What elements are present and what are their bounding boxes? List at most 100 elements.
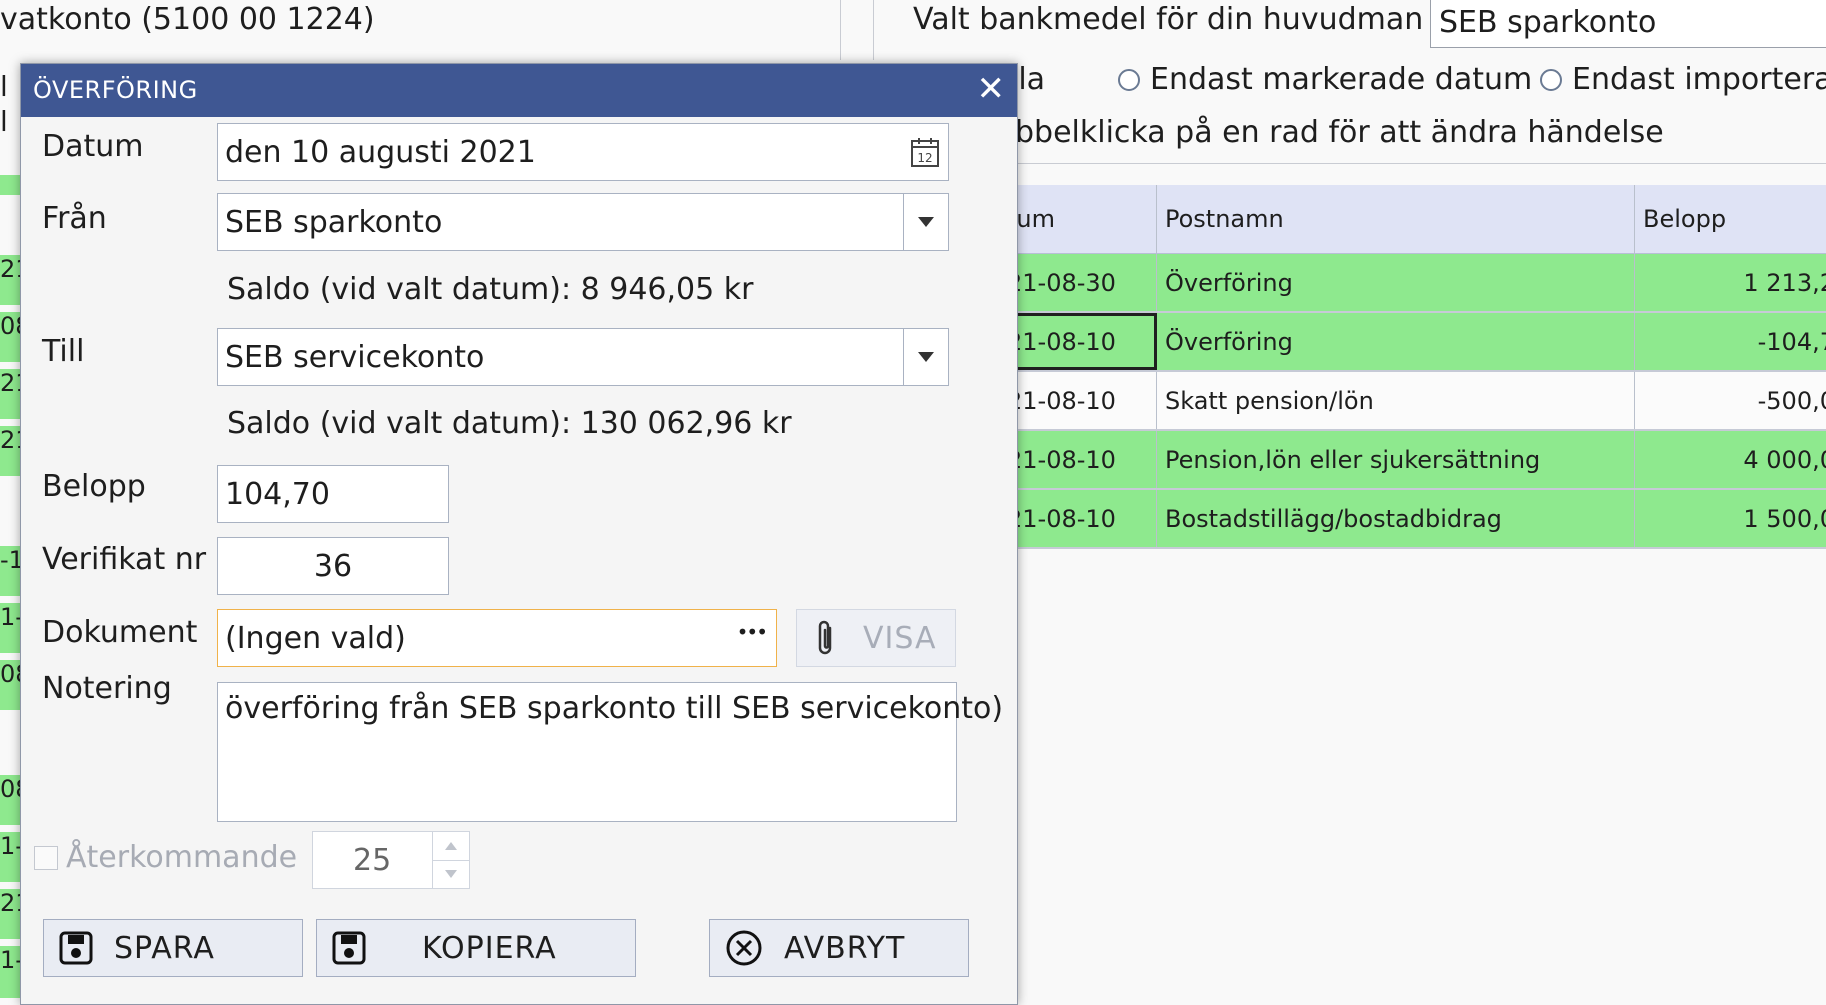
table-row[interactable]: 21-08-10 Pension,lön eller sjukersättnin… — [995, 431, 1826, 490]
from-account-select[interactable]: SEB sparkonto — [217, 193, 949, 251]
from-account-value: SEB sparkonto — [225, 204, 443, 240]
table-row[interactable]: 21-08-10 Överföring -104,7 — [995, 313, 1826, 372]
row-amount: 1 213,2 — [1743, 268, 1826, 297]
amount-input[interactable]: 104,70 — [217, 465, 449, 523]
verifikat-label: Verifikat nr — [42, 542, 207, 577]
divider — [873, 0, 874, 60]
left-grid-row: 21 — [0, 369, 22, 419]
copy-label: KOPIERA — [422, 930, 557, 966]
to-account-value: SEB servicekonto — [225, 339, 485, 375]
dokument-label: Dokument — [42, 615, 198, 650]
row-date: 21-08-30 — [995, 254, 1157, 311]
filter-marked-label: Endast markerade datum — [1150, 62, 1533, 97]
table-row[interactable]: 21-08-10 Bostadstillägg/bostadbidrag 1 5… — [995, 490, 1826, 549]
row-amount: -104,7 — [1757, 327, 1826, 356]
left-grid-row: 1- — [0, 603, 22, 653]
recurring-value: 25 — [353, 842, 392, 878]
grid-header: tum Postnamn Belopp — [995, 185, 1826, 254]
cancel-label: AVBRYT — [784, 930, 906, 966]
recurring-checkbox[interactable]: Återkommande — [34, 840, 297, 875]
row-date: 21-08-10 — [995, 372, 1157, 429]
account-title: vatkonto (5100 00 1224) — [0, 2, 375, 37]
left-grid-strip — [0, 175, 22, 195]
row-name: Överföring — [1157, 313, 1635, 370]
svg-text:12: 12 — [917, 151, 932, 165]
chevron-up-icon[interactable] — [433, 832, 469, 861]
paperclip-icon — [815, 618, 837, 658]
column-header-postnamn[interactable]: Postnamn — [1157, 185, 1635, 253]
copy-button[interactable]: KOPIERA — [316, 919, 636, 977]
left-fragment: l — [0, 70, 8, 100]
left-grid-row: 21 — [0, 889, 22, 939]
divider — [840, 0, 841, 60]
row-name: Pension,lön eller sjukersättning — [1157, 431, 1635, 488]
dialog-title-bar[interactable]: ÖVERFÖRING ✕ — [21, 64, 1017, 117]
stepper-arrows[interactable] — [432, 832, 469, 888]
checkbox-icon — [34, 845, 58, 870]
row-date: 21-08-10 — [995, 313, 1157, 370]
row-date: 21-08-10 — [995, 431, 1157, 488]
row-amount: 1 500,0 — [1743, 504, 1826, 533]
datum-label: Datum — [42, 129, 144, 164]
divider — [1015, 163, 1826, 164]
date-picker[interactable]: den 10 augusti 2021 12 — [217, 123, 949, 181]
left-fragment: l — [0, 105, 8, 135]
to-balance: Saldo (vid valt datum): 130 062,96 kr — [227, 406, 792, 441]
cancel-icon — [724, 928, 764, 968]
row-name: Bostadstillägg/bostadbidrag — [1157, 490, 1635, 547]
row-amount: -500,0 — [1757, 386, 1826, 415]
radio-icon — [1118, 68, 1140, 91]
left-grid-row: 08 — [0, 775, 22, 825]
left-grid-row: 21 — [0, 255, 22, 305]
column-header-belopp[interactable]: Belopp — [1635, 185, 1826, 253]
note-textarea[interactable]: överföring från SEB sparkonto till SEB s… — [217, 682, 1003, 822]
save-label: SPARA — [114, 930, 215, 966]
bank-select[interactable]: SEB sparkonto — [1430, 0, 1826, 48]
save-button[interactable]: SPARA — [43, 919, 303, 977]
row-name: Skatt pension/lön — [1157, 372, 1635, 429]
recurring-stepper[interactable]: 25 — [312, 831, 470, 889]
filter-imported-label: Endast importerad — [1572, 62, 1826, 97]
chevron-down-icon[interactable] — [903, 329, 948, 385]
table-row[interactable]: 21-08-30 Överföring 1 213,2 — [995, 254, 1826, 313]
fran-label: Från — [42, 201, 107, 236]
dialog-title: ÖVERFÖRING — [33, 76, 198, 104]
left-grid-row: 1-( — [0, 946, 22, 998]
left-grid-row: 1- — [0, 832, 22, 882]
to-account-select[interactable]: SEB servicekonto — [217, 328, 949, 386]
row-amount: 4 000,0 — [1743, 445, 1826, 474]
from-balance: Saldo (vid valt datum): 8 946,05 kr — [227, 272, 754, 307]
row-name: Överföring — [1157, 254, 1635, 311]
row-date: 21-08-10 — [995, 490, 1157, 547]
filter-marked-radio[interactable]: Endast markerade datum — [1118, 62, 1532, 97]
left-grid-row: 21 — [0, 426, 22, 476]
table-row[interactable]: 21-08-10 Skatt pension/lön -500,0 — [995, 372, 1826, 431]
close-icon[interactable]: ✕ — [973, 64, 1009, 117]
show-document-button[interactable]: VISA — [796, 609, 956, 667]
verification-number-input[interactable]: 36 — [217, 537, 449, 595]
browse-icon[interactable]: ••• — [737, 620, 768, 644]
left-grid-row: 08 — [0, 312, 22, 362]
recurring-label: Återkommande — [66, 840, 298, 875]
chevron-down-icon[interactable] — [903, 194, 948, 250]
notering-label: Notering — [42, 671, 172, 706]
save-icon — [58, 930, 94, 966]
date-value: den 10 augusti 2021 — [225, 134, 536, 170]
document-field[interactable]: (Ingen vald) ••• — [217, 609, 777, 667]
filter-imported-radio[interactable]: Endast importerad — [1540, 62, 1826, 97]
left-grid-row: -1 — [0, 546, 22, 596]
bank-label: Valt bankmedel för din huvudman — [913, 2, 1424, 37]
column-header-date[interactable]: tum — [995, 185, 1157, 253]
transfer-dialog: ÖVERFÖRING ✕ Datum den 10 augusti 2021 1… — [20, 63, 1018, 1005]
belopp-label: Belopp — [42, 469, 146, 504]
left-grid-row: 08 — [0, 660, 22, 710]
cancel-button[interactable]: AVBRYT — [709, 919, 969, 977]
edit-hint: bbelklicka på en rad för att ändra hände… — [1015, 115, 1664, 150]
chevron-down-icon[interactable] — [433, 861, 469, 889]
save-icon — [331, 930, 367, 966]
radio-icon — [1540, 68, 1562, 91]
calendar-icon[interactable]: 12 — [910, 136, 940, 176]
transactions-grid[interactable]: tum Postnamn Belopp 21-08-30 Överföring … — [995, 185, 1826, 549]
till-label: Till — [42, 334, 85, 369]
visa-label: VISA — [863, 620, 937, 656]
